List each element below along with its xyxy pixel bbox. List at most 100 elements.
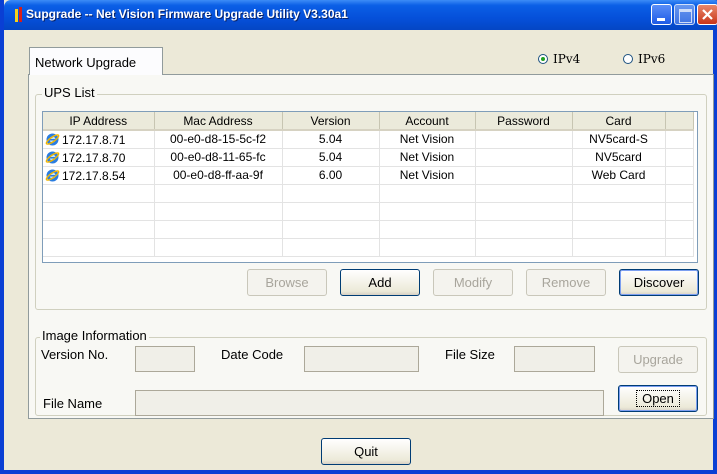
ipv6-radio[interactable]: IPv6 (623, 52, 665, 66)
cell-card: Web Card (572, 166, 666, 185)
table-row[interactable]: 172.17.8.71 00-e0-d8-15-5c-f2 5.04 Net V… (43, 130, 694, 149)
empty-cell (379, 238, 476, 257)
title-bar[interactable]: Supgrade -- Net Vision Firmware Upgrade … (4, 0, 717, 30)
empty-row (43, 238, 694, 257)
empty-row (43, 184, 694, 203)
empty-cell (572, 220, 666, 239)
image-information-label: Image Information (40, 328, 149, 343)
empty-cell (282, 184, 380, 203)
empty-cell (379, 184, 476, 203)
ip-address: 172.17.8.54 (62, 168, 126, 183)
discover-button[interactable]: Discover (619, 269, 699, 296)
upgrade-label: Upgrade (633, 352, 683, 367)
radio-selected-indicator (538, 54, 548, 64)
empty-cell (379, 220, 476, 239)
cell-version: 5.04 (282, 148, 380, 167)
cell-card: NV5card-S (572, 130, 666, 149)
empty-cell (154, 220, 283, 239)
column-header-filler (665, 112, 694, 131)
upgrade-button[interactable]: Upgrade (618, 346, 698, 373)
empty-cell (572, 184, 666, 203)
version-no-field[interactable] (135, 346, 195, 372)
cell-password (475, 148, 573, 167)
empty-cell (282, 238, 380, 257)
internet-explorer-icon (45, 133, 60, 146)
cell-account: Net Vision (379, 130, 476, 149)
date-code-field[interactable] (304, 346, 419, 372)
radio-indicator (623, 54, 633, 64)
cell-ip: 172.17.8.71 (43, 130, 155, 149)
empty-cell (475, 184, 573, 203)
ups-list-view[interactable]: IP Address Mac Address Version Account P… (42, 111, 698, 263)
file-name-label: File Name (43, 396, 103, 411)
version-no-label: Version No. (41, 347, 109, 362)
ups-list-label: UPS List (42, 85, 97, 100)
column-header-ip[interactable]: IP Address (43, 112, 155, 131)
close-button[interactable] (697, 4, 717, 25)
maximize-button[interactable] (674, 4, 695, 25)
empty-cell (154, 184, 283, 203)
file-name-field[interactable] (135, 390, 604, 416)
open-label: Open (636, 390, 680, 407)
cell-mac: 00-e0-d8-11-65-fc (154, 148, 283, 167)
date-code-label: Date Code (221, 347, 284, 362)
column-header-mac[interactable]: Mac Address (154, 112, 283, 131)
tab-network-upgrade[interactable]: Network Upgrade (29, 47, 163, 75)
file-size-field[interactable] (514, 346, 595, 372)
cell-password (475, 166, 573, 185)
quit-label: Quit (354, 444, 378, 459)
internet-explorer-icon (45, 169, 60, 181)
empty-cell (282, 220, 380, 239)
empty-cell (154, 202, 283, 221)
empty-row (43, 220, 694, 239)
open-button[interactable]: Open (618, 385, 698, 412)
ip-address: 172.17.8.70 (62, 150, 126, 165)
cell-mac: 00-e0-d8-ff-aa-9f (154, 166, 283, 185)
browse-label: Browse (265, 275, 309, 290)
empty-cell (665, 238, 694, 257)
table-row[interactable]: 172.17.8.54 00-e0-d8-ff-aa-9f 6.00 Net V… (43, 166, 694, 185)
window-title: Supgrade -- Net Vision Firmware Upgrade … (26, 7, 348, 21)
add-label: Add (368, 275, 392, 290)
column-header-version[interactable]: Version (282, 112, 380, 131)
minimize-button[interactable] (651, 4, 672, 25)
cell-filler (665, 148, 694, 167)
ipv4-radio[interactable]: IPv4 (538, 52, 580, 66)
column-header-card[interactable]: Card (572, 112, 666, 131)
cell-version: 5.04 (282, 130, 380, 149)
file-size-label: File Size (445, 347, 495, 362)
table-header-row: IP Address Mac Address Version Account P… (43, 112, 694, 131)
table-row[interactable]: 172.17.8.70 00-e0-d8-11-65-fc 5.04 Net V… (43, 148, 694, 167)
cell-account: Net Vision (379, 148, 476, 167)
empty-cell (154, 238, 283, 257)
app-window: Supgrade -- Net Vision Firmware Upgrade … (0, 0, 717, 474)
cell-ip: 172.17.8.70 (43, 148, 155, 167)
column-header-password[interactable]: Password (475, 112, 573, 131)
remove-button[interactable]: Remove (526, 269, 606, 296)
empty-cell (475, 202, 573, 221)
cell-password (475, 130, 573, 149)
empty-cell (665, 202, 694, 221)
browse-button[interactable]: Browse (247, 269, 327, 296)
app-icon (15, 7, 22, 22)
cell-filler (665, 166, 694, 185)
tab-label: Network Upgrade (35, 55, 137, 70)
remove-label: Remove (541, 275, 591, 290)
empty-cell (43, 238, 155, 257)
empty-cell (43, 202, 155, 221)
empty-cell (572, 202, 666, 221)
cell-card: NV5card (572, 148, 666, 167)
cell-mac: 00-e0-d8-15-5c-f2 (154, 130, 283, 149)
discover-label: Discover (633, 275, 685, 290)
column-header-account[interactable]: Account (379, 112, 476, 131)
empty-cell (379, 202, 476, 221)
modify-button[interactable]: Modify (433, 269, 513, 296)
quit-button[interactable]: Quit (321, 438, 411, 465)
empty-cell (665, 184, 694, 203)
cell-account: Net Vision (379, 166, 476, 185)
internet-explorer-icon (45, 151, 60, 163)
empty-row (43, 202, 694, 221)
cell-ip: 172.17.8.54 (43, 166, 155, 185)
empty-cell (282, 202, 380, 221)
add-button[interactable]: Add (340, 269, 420, 296)
